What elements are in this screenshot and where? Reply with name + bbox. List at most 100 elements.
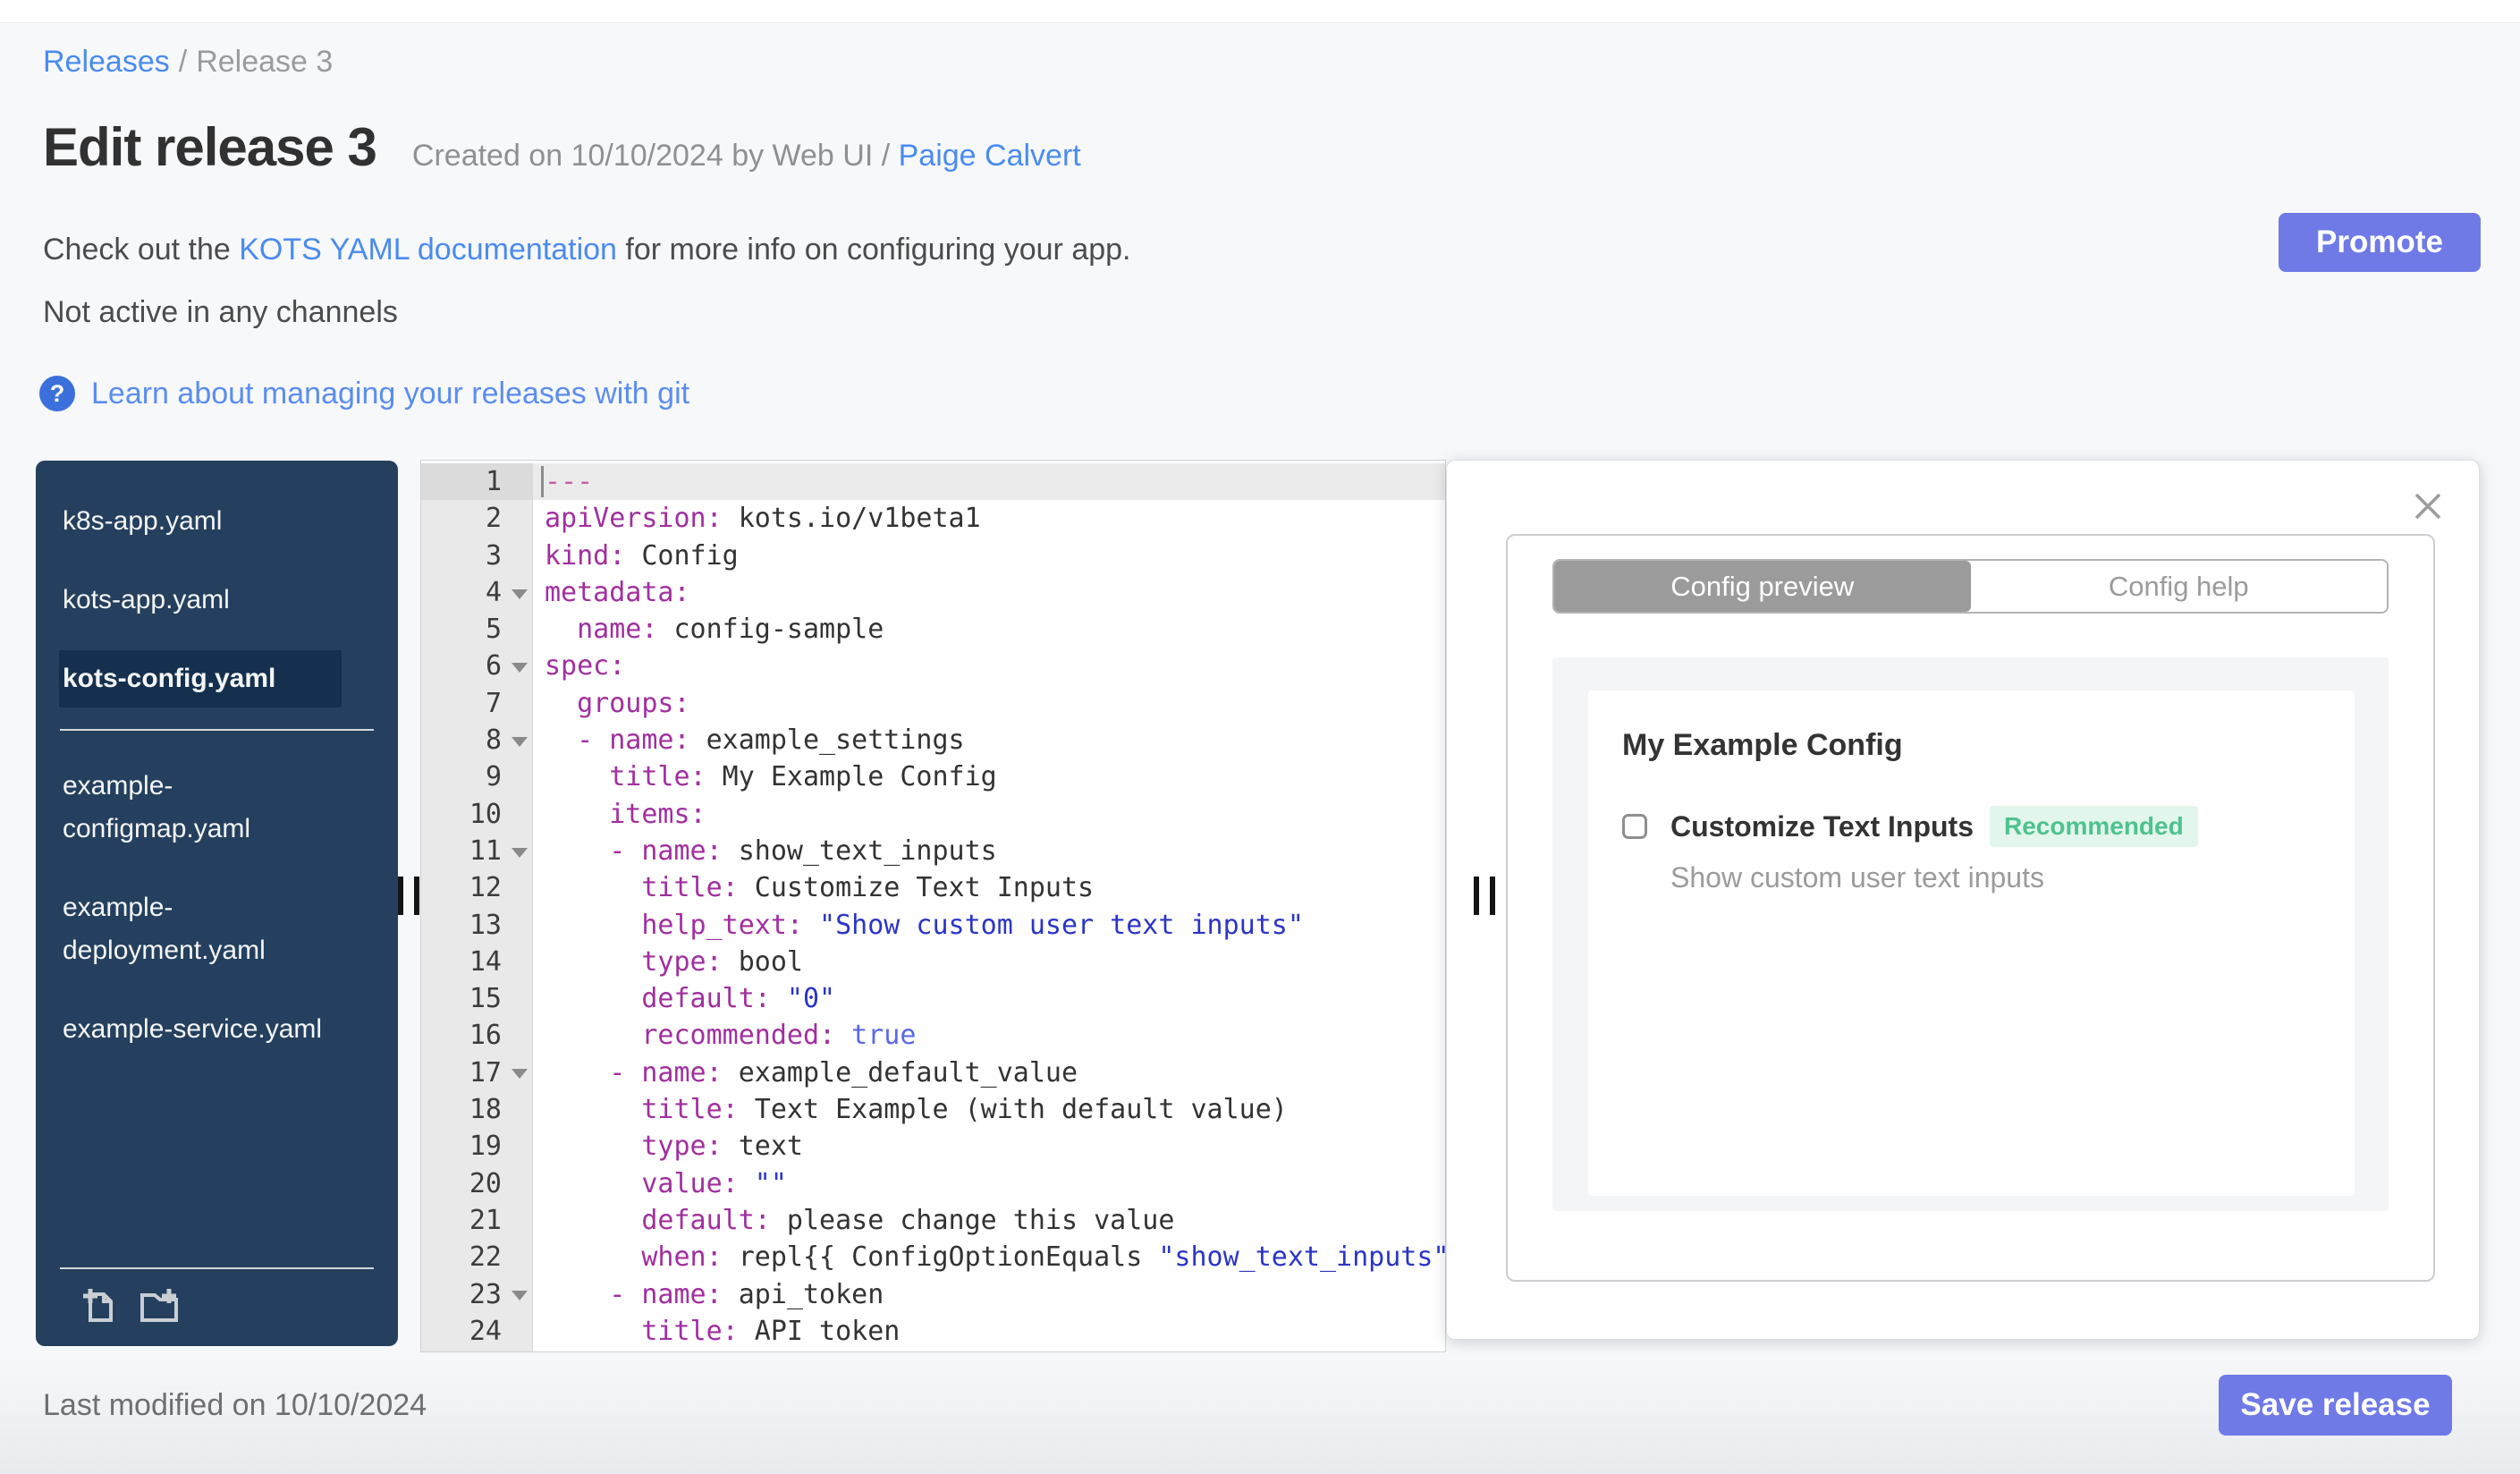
tab-config-preview[interactable]: Config preview: [1554, 561, 1971, 612]
code-content: title: My Example Config: [609, 761, 997, 793]
code-content: type: bool: [641, 945, 803, 978]
sidebar-bottom: [60, 1267, 374, 1326]
line-number-10: 10: [421, 795, 533, 833]
code-line-18[interactable]: 18 title: Text Example (with default val…: [421, 1091, 1445, 1129]
sidebar-divider: [60, 729, 374, 731]
tab-config-help[interactable]: Config help: [1970, 561, 2387, 612]
file-item-k8s-app.yaml[interactable]: k8s-app.yaml: [59, 493, 342, 550]
code-line-5[interactable]: 5 name: config-sample: [421, 611, 1445, 648]
code-line-1[interactable]: 1 ---: [421, 463, 1445, 501]
git-releases-link[interactable]: Learn about managing your releases with …: [91, 377, 689, 411]
docs-line: Check out the KOTS YAML documentation fo…: [43, 233, 1131, 267]
line-number-22: 22: [421, 1239, 533, 1276]
fold-arrow-icon[interactable]: [512, 589, 528, 599]
code-content: metadata:: [545, 576, 690, 608]
breadcrumb-current: Release 3: [196, 45, 334, 79]
code-line-22[interactable]: 22 when: repl{{ ConfigOptionEquals "show…: [421, 1239, 1445, 1276]
customize-text-inputs-checkbox[interactable]: [1622, 814, 1647, 839]
code-line-14[interactable]: 14 type: bool: [421, 943, 1445, 981]
promote-button[interactable]: Promote: [2279, 213, 2481, 272]
code-line-13[interactable]: 13 help_text: "Show custom user text inp…: [421, 906, 1445, 944]
code-content: type: password: [533, 1350, 1445, 1351]
code-line-16[interactable]: 16 recommended: true: [421, 1017, 1445, 1055]
code-line-15[interactable]: 15 default: "0": [421, 980, 1445, 1018]
code-content: - name: show_text_inputs: [609, 834, 997, 867]
code-content: title: Text Example (with default value): [641, 1094, 1288, 1126]
config-card: My Example Config Customize Text Inputs …: [1588, 690, 2355, 1196]
channel-status: Not active in any channels: [43, 295, 398, 329]
code-line-25[interactable]: 25 type: password: [421, 1350, 1445, 1351]
config-preview-panel: Config preview Config help My Example Co…: [1446, 460, 2480, 1340]
kots-docs-link[interactable]: KOTS YAML documentation: [239, 233, 617, 267]
code-content: recommended: true: [641, 1020, 917, 1052]
sidebar-bottom-divider: [60, 1267, 374, 1269]
fold-arrow-icon[interactable]: [512, 847, 528, 858]
code-line-4[interactable]: 4 metadata:: [421, 573, 1445, 612]
line-number-19: 19: [421, 1128, 533, 1165]
line-number-1: 1: [421, 463, 533, 501]
breadcrumb-separator: /: [178, 45, 188, 79]
file-item-kots-app.yaml[interactable]: kots-app.yaml: [59, 572, 342, 629]
line-number-14: 14: [421, 943, 533, 981]
code-line-19[interactable]: 19 type: text: [421, 1128, 1445, 1165]
fold-arrow-icon[interactable]: [512, 736, 528, 747]
config-group-title: My Example Config: [1622, 728, 1903, 762]
recommended-badge: Recommended: [1989, 806, 2198, 847]
file-sidebar: k8s-app.yaml kots-app.yaml kots-config.yam…: [36, 461, 398, 1346]
code-line-21[interactable]: 21 default: please change this value: [421, 1201, 1445, 1240]
code-line-20[interactable]: 20 value: "": [421, 1165, 1445, 1202]
new-file-icon[interactable]: [76, 1283, 119, 1326]
line-number-21: 21: [421, 1201, 533, 1240]
fold-arrow-icon[interactable]: [512, 1069, 528, 1080]
code-lines: 1 --- 2 apiVersion: kots.io/v1beta1 3 kind: C…: [421, 463, 1445, 1351]
code-line-17[interactable]: 17 - name: example_default_value: [421, 1054, 1445, 1092]
new-folder-icon[interactable]: [135, 1283, 183, 1326]
breadcrumb: Releases / Release 3: [43, 45, 333, 80]
code-line-23[interactable]: 23 - name: api_token: [421, 1275, 1445, 1313]
file-item-kots-config.yaml[interactable]: kots-config.yaml: [59, 650, 342, 707]
git-line: ? Learn about managing your releases wit…: [39, 376, 689, 411]
code-line-11[interactable]: 11 - name: show_text_inputs: [421, 832, 1445, 870]
file-item-example-configmap.yaml[interactable]: example-configmap.yaml: [59, 758, 342, 858]
code-line-10[interactable]: 10 items:: [421, 795, 1445, 833]
code-content: - name: example_settings: [577, 724, 965, 757]
code-line-12[interactable]: 12 title: Customize Text Inputs: [421, 869, 1445, 907]
page: { "header": { "breadcrumb": { "releases"…: [0, 0, 2520, 1474]
file-item-example-service.yaml[interactable]: example-service.yaml: [59, 1001, 342, 1058]
fold-arrow-icon[interactable]: [512, 1291, 528, 1301]
close-icon[interactable]: [2411, 489, 2445, 523]
line-number-2: 2: [421, 500, 533, 538]
title-row: Edit release 3 Created on 10/10/2024 by …: [43, 116, 1081, 178]
line-number-16: 16: [421, 1017, 533, 1055]
line-number-20: 20: [421, 1165, 533, 1202]
code-line-24[interactable]: 24 title: API token: [421, 1312, 1445, 1351]
file-item-example-deployment.yaml[interactable]: example-deployment.yaml: [59, 879, 342, 979]
yaml-editor[interactable]: 1 --- 2 apiVersion: kots.io/v1beta1 3 kind: C…: [420, 460, 1446, 1352]
code-content: apiVersion: kots.io/v1beta1: [545, 503, 981, 535]
code-content: spec:: [545, 650, 626, 682]
code-line-9[interactable]: 9 title: My Example Config: [421, 758, 1445, 796]
line-number-4: 4: [421, 573, 533, 612]
line-number-15: 15: [421, 980, 533, 1018]
code-line-8[interactable]: 8 - name: example_settings: [421, 722, 1445, 759]
file-list-bottom: example-configmap.yaml example-deployment…: [36, 758, 398, 1058]
line-number-13: 13: [421, 906, 533, 944]
author-link[interactable]: Paige Calvert: [899, 139, 1081, 173]
fold-arrow-icon[interactable]: [512, 663, 528, 673]
code-line-3[interactable]: 3 kind: Config: [421, 537, 1445, 574]
help-question-icon[interactable]: ?: [39, 376, 75, 411]
code-line-7[interactable]: 7 groups:: [421, 684, 1445, 723]
panel-resize-handle[interactable]: [1474, 877, 1495, 915]
code-content: groups:: [577, 687, 690, 719]
top-band: [0, 0, 2520, 23]
code-content: kind: Config: [545, 539, 739, 572]
code-line-2[interactable]: 2 apiVersion: kots.io/v1beta1: [421, 500, 1445, 538]
save-release-button[interactable]: Save release: [2219, 1375, 2452, 1436]
code-content: - name: api_token: [609, 1278, 884, 1310]
sidebar-resize-handle[interactable]: [398, 877, 419, 915]
breadcrumb-releases-link[interactable]: Releases: [43, 45, 170, 79]
code-line-6[interactable]: 6 spec:: [421, 648, 1445, 685]
code-content: default: please change this value: [641, 1204, 1175, 1236]
line-number-12: 12: [421, 869, 533, 907]
created-meta: Created on 10/10/2024 by Web UI / Paige …: [412, 139, 1081, 174]
